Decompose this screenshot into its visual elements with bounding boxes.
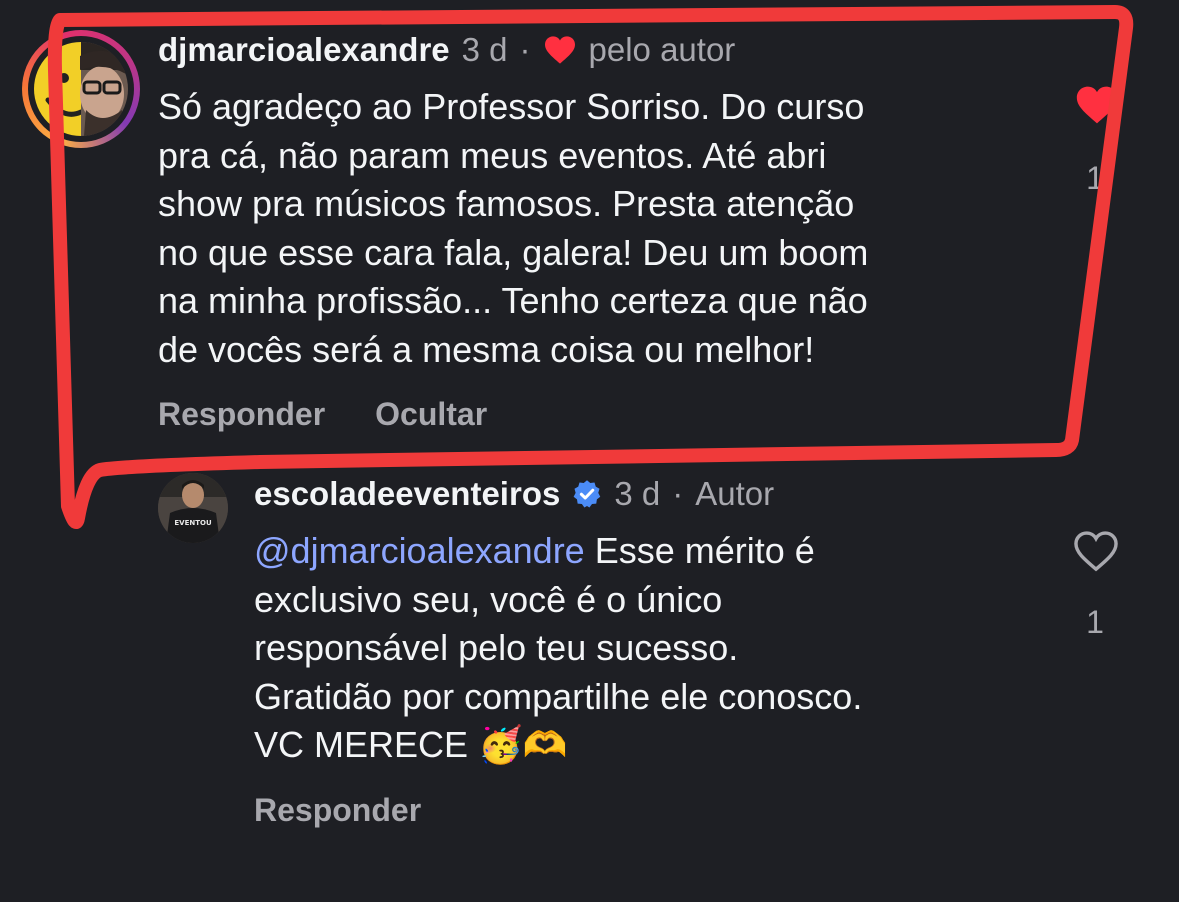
comment-line: exclusivo seu, você é o único <box>254 578 723 620</box>
like-heart-filled-icon[interactable] <box>1075 84 1119 126</box>
svg-text:EVENTOU: EVENTOU <box>174 519 212 527</box>
comment-line: na minha profissão... Tenho certeza que … <box>158 280 868 321</box>
separator: · <box>519 31 531 68</box>
comment-line: de vocês será a mesma coisa ou melhor! <box>158 328 815 370</box>
reply-button[interactable]: Responder <box>158 396 325 433</box>
comment-actions: Responder <box>254 792 421 829</box>
author-label: Autor <box>695 475 775 512</box>
comment-header: escoladeeventeiros 3 d · Autor <box>254 472 774 516</box>
timestamp: 3 d <box>614 475 661 512</box>
timestamp: 3 d <box>461 31 508 68</box>
comment-line: VC MERECE 🥳🫶 <box>254 724 568 765</box>
comment-line: Só agradeço ao Professor Sorriso. Do cur… <box>158 86 865 127</box>
hide-button[interactable]: Ocultar <box>375 396 487 433</box>
verified-badge-icon <box>573 480 601 508</box>
liked-by-author-label: pelo autor <box>588 31 736 68</box>
like-heart-outline-icon[interactable] <box>1073 530 1119 572</box>
comment-line-text: Esse mérito é <box>584 530 815 571</box>
comment-text: @djmarcioalexandre Esse mérito é exclusi… <box>254 527 1044 770</box>
avatar[interactable] <box>34 42 128 136</box>
reply-button[interactable]: Responder <box>254 792 421 828</box>
like-count: 1 <box>1086 604 1104 640</box>
mention-link[interactable]: @djmarcioalexandre <box>254 530 585 571</box>
comment-line: show pra músicos famosos. Presta atenção <box>158 183 855 224</box>
man-in-shirt-avatar-icon: EVENTOU <box>158 473 228 543</box>
comment-text: Só agradeço ao Professor Sorriso. Do cur… <box>158 83 1038 374</box>
comment-line: responsável pelo teu sucesso. <box>254 627 739 668</box>
username[interactable]: djmarcioalexandre <box>158 31 450 69</box>
comment-line: pra cá, não param meus eventos. Até abri <box>158 134 827 176</box>
comment-line: no que esse cara fala, galera! Deu um bo… <box>158 231 869 273</box>
separator: · <box>672 475 684 512</box>
heart-filled-icon <box>544 36 575 64</box>
avatar[interactable]: EVENTOU <box>158 473 228 543</box>
comment-line: @djmarcioalexandre Esse mérito é <box>254 527 1044 576</box>
comment-header: djmarcioalexandre 3 d · pelo autor <box>158 28 735 72</box>
comment-line: Gratidão por compartilhe ele conosco. <box>254 675 863 717</box>
like-count: 1 <box>1086 160 1104 196</box>
smiley-half-face-icon <box>34 42 128 136</box>
comment-actions: Responder Ocultar <box>158 396 487 433</box>
username[interactable]: escoladeeventeiros <box>254 475 560 513</box>
